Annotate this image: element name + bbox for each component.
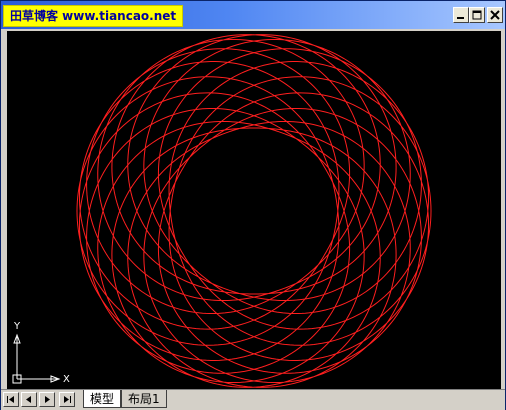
skip-last-icon: [64, 396, 71, 403]
last-tab-button[interactable]: [59, 392, 75, 407]
title-bar[interactable]: 田草博客 www.tiancao.net: [1, 1, 505, 29]
maximize-button[interactable]: [469, 7, 485, 23]
first-tab-button[interactable]: [3, 392, 19, 407]
drawing-canvas[interactable]: Y X: [7, 31, 501, 389]
prev-tab-button[interactable]: [21, 392, 37, 407]
application-window: 田草博客 www.tiancao.net Y X 模型 布局1: [0, 0, 506, 410]
skip-first-icon: [7, 396, 14, 403]
triangle-left-icon: [26, 396, 31, 403]
ucs-x-label: X: [63, 374, 70, 385]
drawing-svg: Y X: [12, 34, 432, 388]
minimize-icon: [457, 17, 464, 19]
ucs-icon: Y X: [12, 321, 70, 385]
tab-layout1[interactable]: 布局1: [121, 390, 167, 408]
layout-tab-bar: 模型 布局1: [1, 389, 505, 410]
watermark: 田草博客 www.tiancao.net: [3, 5, 184, 27]
maximize-icon: [472, 10, 482, 20]
rose-curve: [76, 34, 432, 388]
close-icon: [490, 10, 500, 20]
triangle-right-icon: [45, 396, 50, 403]
next-tab-button[interactable]: [39, 392, 55, 407]
close-button[interactable]: [487, 7, 503, 23]
minimize-button[interactable]: [453, 7, 469, 23]
tab-model[interactable]: 模型: [83, 390, 122, 408]
ucs-y-label: Y: [13, 321, 21, 332]
